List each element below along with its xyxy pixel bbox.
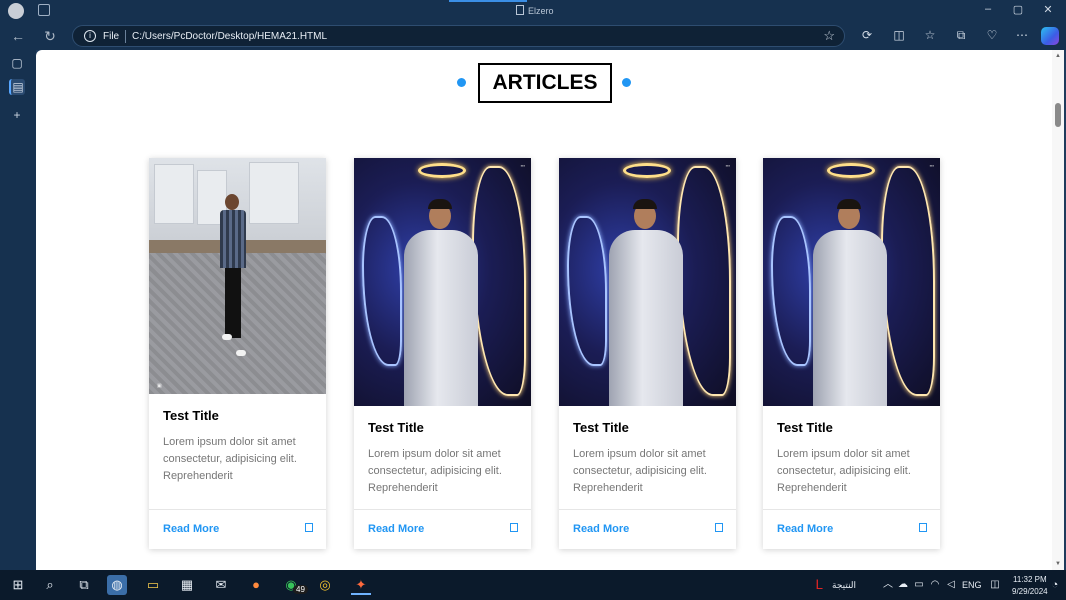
notifications-bell-icon[interactable]: ◔ bbox=[1045, 575, 1065, 595]
card-title: Test Title bbox=[777, 420, 833, 435]
news-logo-icon[interactable]: ᒪ bbox=[809, 575, 829, 595]
article-card: ▪▪▪ Test Title Lorem ipsum dolor sit ame… bbox=[354, 158, 531, 549]
document-icon bbox=[516, 5, 524, 15]
card-title: Test Title bbox=[573, 420, 629, 435]
card-text: Lorem ipsum dolor sit amet consectetur, … bbox=[368, 448, 502, 494]
firefox-icon[interactable]: ● bbox=[246, 575, 266, 595]
favorites-icon[interactable]: ☆ bbox=[921, 28, 939, 42]
card-image-neon-photo: ▪▪▪ bbox=[559, 158, 736, 406]
scheme-label: File bbox=[103, 31, 120, 42]
browser-essentials-icon[interactable]: ♡ bbox=[983, 28, 1001, 42]
search-icon[interactable]: ⌕ bbox=[40, 575, 60, 595]
url-text[interactable]: C:/Users/PcDoctor/Desktop/HEMA21.HTML bbox=[132, 31, 327, 42]
window-title: Elzero bbox=[516, 5, 554, 16]
clock-date: 9/29/2024 bbox=[1012, 587, 1048, 596]
taskbar-clock[interactable]: 11:32 PM 9/29/2024 bbox=[1012, 574, 1048, 598]
vertical-scrollbar[interactable]: ▲ ▼ bbox=[1052, 50, 1064, 570]
title-bar: Elzero – ▢ ✕ bbox=[0, 0, 1066, 22]
photo-watermark: ▪▪▪ bbox=[520, 163, 525, 168]
whatsapp-notification-badge: 49 bbox=[293, 585, 308, 594]
info-icon[interactable]: i bbox=[84, 30, 96, 42]
card-footer: Read More bbox=[559, 509, 736, 549]
arrow-icon[interactable] bbox=[715, 523, 723, 532]
photo-watermark: ▪▪▪ bbox=[725, 163, 730, 168]
article-card: ▪▪▪ Test Title Lorem ipsum dolor sit ame… bbox=[559, 158, 736, 549]
heading-title: ARTICLES bbox=[478, 63, 612, 103]
refresh-icon[interactable]: ↻ bbox=[40, 28, 60, 44]
weather-widget-icon[interactable]: ◍ bbox=[107, 575, 127, 595]
tray-search-label[interactable]: النتيجة bbox=[832, 580, 856, 591]
active-tab-page-icon[interactable]: ▤ bbox=[9, 79, 25, 95]
tab-actions-icon[interactable]: ▢ bbox=[9, 55, 25, 71]
scrollbar-thumb[interactable] bbox=[1055, 103, 1061, 127]
microsoft-store-icon[interactable]: ▦ bbox=[177, 575, 197, 595]
card-title: Test Title bbox=[368, 420, 424, 435]
read-more-link[interactable]: Read More bbox=[163, 523, 219, 535]
mail-icon[interactable]: ✉ bbox=[211, 575, 231, 595]
photo-watermark: ▪▪▪ bbox=[929, 163, 934, 168]
card-image-street-photo: ▣ bbox=[149, 158, 326, 394]
profile-avatar[interactable] bbox=[8, 3, 24, 19]
maximize-button[interactable]: ▢ bbox=[1008, 3, 1028, 16]
favorite-star-icon[interactable]: ☆ bbox=[823, 28, 835, 44]
copilot-icon[interactable] bbox=[1041, 27, 1059, 45]
article-card: ▪▪▪ Test Title Lorem ipsum dolor sit ame… bbox=[763, 158, 940, 549]
clock-time: 11:32 PM bbox=[1012, 575, 1047, 584]
more-menu-icon[interactable]: ⋯ bbox=[1013, 28, 1031, 42]
scroll-down-arrow-icon[interactable]: ▼ bbox=[1055, 561, 1061, 567]
split-screen-icon[interactable]: ◫ bbox=[890, 28, 908, 42]
arrow-icon[interactable] bbox=[510, 523, 518, 532]
card-image-neon-photo: ▪▪▪ bbox=[354, 158, 531, 406]
heading-right-dot bbox=[622, 78, 631, 87]
file-explorer-icon[interactable]: ▭ bbox=[143, 575, 163, 595]
address-separator bbox=[125, 30, 126, 43]
read-more-link[interactable]: Read More bbox=[368, 523, 424, 535]
window-title-text: Elzero bbox=[528, 6, 554, 16]
language-indicator[interactable]: ENG bbox=[962, 580, 982, 590]
card-text: Lorem ipsum dolor sit amet consectetur, … bbox=[163, 436, 297, 482]
address-bar[interactable]: i File C:/Users/PcDoctor/Desktop/HEMA21.… bbox=[72, 25, 845, 47]
collections-icon[interactable]: ⧉ bbox=[952, 28, 970, 43]
article-card: ▣ Test Title Lorem ipsum dolor sit amet … bbox=[149, 158, 326, 549]
chrome-icon[interactable]: ◎ bbox=[315, 575, 335, 595]
scroll-up-arrow-icon[interactable]: ▲ bbox=[1055, 53, 1061, 59]
vertical-tabs-sidebar: ▢ ▤ + bbox=[0, 50, 36, 570]
workspaces-icon[interactable] bbox=[38, 4, 50, 16]
task-view-icon[interactable]: ⧉ bbox=[74, 575, 94, 595]
loading-progress-bar bbox=[449, 0, 527, 2]
active-app-icon[interactable]: ✦ bbox=[351, 575, 371, 595]
arrow-icon[interactable] bbox=[919, 523, 927, 532]
network-icon[interactable]: ◫ bbox=[985, 575, 1005, 595]
card-text: Lorem ipsum dolor sit amet consectetur, … bbox=[777, 448, 911, 494]
card-footer: Read More bbox=[354, 509, 531, 549]
start-windows-icon[interactable]: ⊞ bbox=[8, 575, 28, 595]
extensions-icon[interactable]: ⟳ bbox=[858, 28, 876, 42]
back-arrow-icon[interactable]: ← bbox=[8, 28, 28, 44]
new-tab-icon[interactable]: + bbox=[9, 107, 25, 123]
arrow-icon[interactable] bbox=[305, 523, 313, 532]
minimize-button[interactable]: – bbox=[978, 3, 998, 15]
card-image-neon-photo: ▪▪▪ bbox=[763, 158, 940, 406]
card-title: Test Title bbox=[163, 408, 219, 423]
card-text: Lorem ipsum dolor sit amet consectetur, … bbox=[573, 448, 707, 494]
articles-heading: ARTICLES bbox=[456, 63, 636, 103]
close-button[interactable]: ✕ bbox=[1038, 3, 1058, 16]
volume-icon[interactable]: ◁ bbox=[941, 575, 961, 595]
camera-watermark-logo: ▣ bbox=[157, 383, 162, 389]
card-footer: Read More bbox=[149, 509, 326, 549]
read-more-link[interactable]: Read More bbox=[573, 523, 629, 535]
card-footer: Read More bbox=[763, 509, 940, 549]
web-content: ARTICLES ▣ Test Title Lorem ipsum dolor … bbox=[36, 50, 1064, 570]
read-more-link[interactable]: Read More bbox=[777, 523, 833, 535]
heading-left-dot bbox=[457, 78, 466, 87]
